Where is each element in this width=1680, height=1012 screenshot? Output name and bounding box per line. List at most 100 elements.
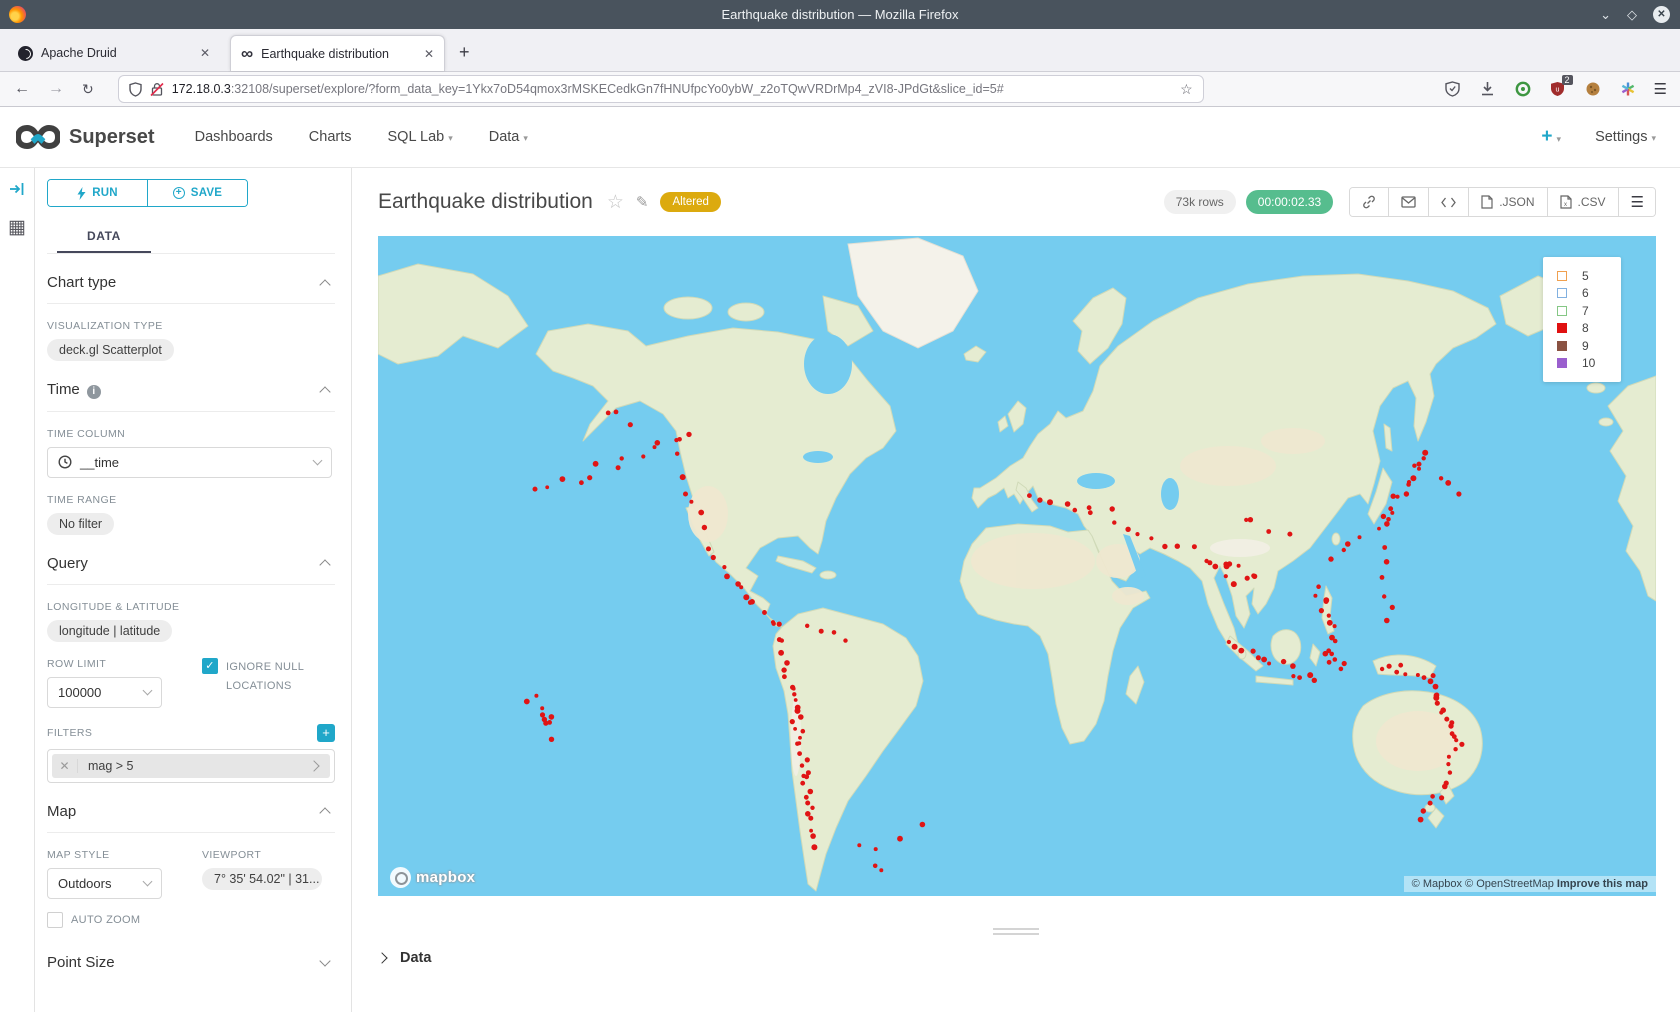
earthquake-point [795,742,799,746]
url-text: 172.18.0.3:32108/superset/explore/?form_… [172,82,1172,96]
earthquake-point [1382,545,1387,550]
add-new-button[interactable]: +▾ [1541,126,1561,148]
section-query[interactable]: Query [47,535,335,585]
auto-zoom-checkbox[interactable] [47,912,63,928]
nav-data[interactable]: Data▾ [489,129,528,145]
attribution-mapbox[interactable]: © Mapbox [1412,878,1462,890]
earthquake-point [1428,678,1434,684]
world-map [378,236,1656,896]
section-point-size[interactable]: Point Size [47,928,335,983]
viewport-value[interactable]: 7° 35' 54.02" | 31... [202,868,322,890]
extension-green-icon[interactable] [1514,80,1532,98]
embed-code-button[interactable] [1429,188,1469,216]
earthquake-point [1406,482,1411,487]
minimize-icon[interactable]: ⌄ [1600,7,1611,23]
earthquake-point [549,714,555,720]
save-button[interactable]: + SAVE [148,180,247,206]
legend-item: 9 [1557,337,1621,355]
chart-menu-button[interactable]: ☰ [1619,188,1655,216]
edit-properties-icon[interactable]: ✎ [636,193,649,211]
tab-apache-druid[interactable]: Apache Druid ✕ [8,35,220,71]
earthquake-point [749,599,755,605]
earthquake-point [711,555,716,560]
datasource-grid-icon[interactable]: ▦ [8,218,26,237]
copy-link-button[interactable] [1350,188,1389,216]
earthquake-point [1313,594,1317,598]
earthquake-point [1328,556,1333,561]
row-limit-select[interactable]: 100000 [47,677,162,708]
legend-swatch [1557,288,1567,298]
earthquake-point [801,774,805,778]
earthquake-point [1447,755,1451,759]
svg-text:x: x [1564,202,1567,208]
new-tab-button[interactable]: + [459,42,470,63]
forward-button[interactable]: → [48,80,64,98]
lonlat-value[interactable]: longitude | latitude [47,620,172,642]
earthquake-point [1227,640,1231,644]
tracking-shield-icon[interactable] [129,82,142,97]
close-icon[interactable]: ✕ [1653,6,1670,23]
earthquake-point [1421,808,1426,813]
url-bar[interactable]: 172.18.0.3:32108/superset/explore/?form_… [118,75,1204,103]
attribution-improve[interactable]: Improve this map [1557,878,1648,890]
earthquake-point [1417,467,1421,471]
altered-badge: Altered [660,192,720,212]
tab-data[interactable]: DATA [57,223,151,253]
viz-type-label: VISUALIZATION TYPE [47,320,335,332]
settings-menu[interactable]: Settings▾ [1595,129,1656,145]
deckgl-map[interactable]: 5678910 mapbox © Mapbox © OpenStreetMap … [378,236,1656,896]
earthquake-point [1047,499,1053,505]
remove-filter-icon[interactable]: ✕ [52,759,78,773]
downloads-icon[interactable] [1479,80,1497,98]
insecure-lock-icon[interactable] [150,82,164,97]
earthquake-point [777,622,782,627]
export-json-button[interactable]: .JSON [1469,188,1547,216]
tab-earthquake-distribution[interactable]: ∞ Earthquake distribution ✕ [230,35,445,71]
menu-icon[interactable]: ☰ [1654,80,1666,98]
earthquake-point [1238,648,1244,654]
section-chart-type[interactable]: Chart type [47,254,335,304]
maximize-icon[interactable]: ◇ [1627,7,1637,23]
ignore-null-checkbox[interactable]: ✓ [202,658,218,674]
data-panel-toggle[interactable]: Data [378,950,431,966]
earthquake-point [1377,527,1381,531]
export-csv-button[interactable]: x .CSV [1548,188,1619,216]
superset-logo[interactable]: Superset [16,124,155,150]
nav-dashboards[interactable]: Dashboards [195,129,273,145]
resize-handle[interactable] [993,928,1039,938]
time-column-select[interactable]: __time [47,447,332,478]
favorite-star-icon[interactable]: ☆ [607,191,624,214]
cookie-icon[interactable] [1584,80,1602,98]
chevron-down-icon [143,686,153,696]
expand-panel-icon[interactable] [9,182,25,196]
earthquake-point [1251,573,1256,578]
expand-filter-icon[interactable] [308,760,319,771]
run-button[interactable]: RUN [48,180,148,206]
earthquake-point [1459,742,1464,747]
earthquake-point [1223,562,1228,567]
pinwheel-extension-icon[interactable] [1619,80,1637,98]
legend-swatch [1557,271,1567,281]
viz-type-value[interactable]: deck.gl Scatterplot [47,339,174,361]
tab-close-icon[interactable]: ✕ [424,47,434,61]
back-button[interactable]: ← [14,80,30,98]
add-filter-button[interactable]: + [317,724,335,742]
earthquake-point [1207,560,1212,565]
reload-button[interactable]: ↻ [82,81,94,98]
time-range-value[interactable]: No filter [47,513,114,535]
protections-shield-icon[interactable] [1444,80,1462,98]
nav-sql-lab[interactable]: SQL Lab▾ [388,129,453,145]
earthquake-point [810,833,816,839]
section-map[interactable]: Map [47,783,335,833]
filter-chip[interactable]: ✕ mag > 5 [52,754,330,778]
section-time[interactable]: Timei [47,361,335,412]
map-style-select[interactable]: Outdoors [47,868,162,899]
attribution-osm[interactable]: © OpenStreetMap [1465,878,1554,890]
ublock-shield-icon[interactable]: u 2 [1549,80,1567,98]
tab-close-icon[interactable]: ✕ [200,46,210,60]
email-button[interactable] [1389,188,1429,216]
nav-charts[interactable]: Charts [309,129,352,145]
earthquake-point [1149,536,1153,540]
mapbox-logo[interactable]: mapbox [390,867,475,888]
bookmark-star-icon[interactable]: ☆ [1180,81,1193,98]
